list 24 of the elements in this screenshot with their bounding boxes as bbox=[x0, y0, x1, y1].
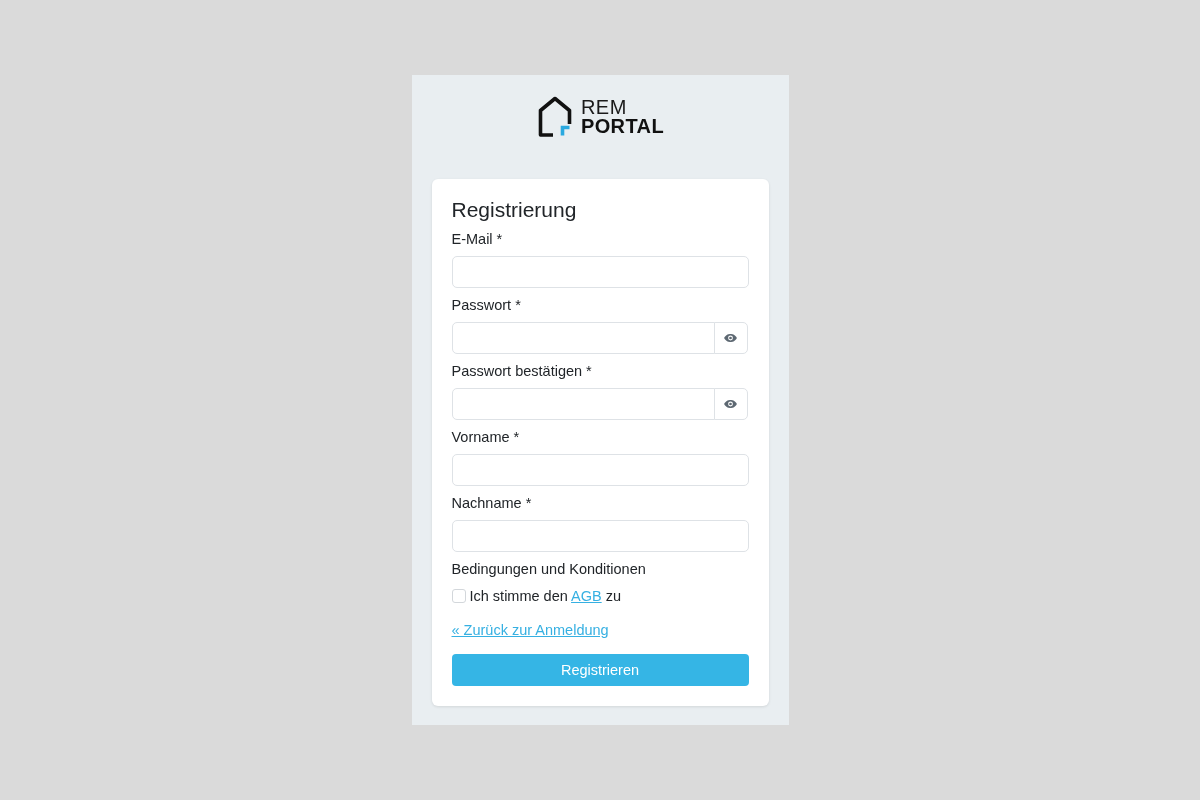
eye-icon bbox=[724, 400, 737, 408]
back-to-login-link[interactable]: « Zurück zur Anmeldung bbox=[451, 620, 609, 640]
register-button[interactable]: Registrieren bbox=[451, 654, 749, 686]
input-field[interactable] bbox=[451, 520, 749, 552]
field-label: Passwort bestätigen * bbox=[451, 362, 592, 381]
field-label: Nachname * bbox=[451, 494, 532, 513]
password-field[interactable] bbox=[451, 388, 715, 420]
consent-text: Ich stimme den AGB zu bbox=[469, 587, 621, 606]
terms-heading: Bedingungen und Konditionen bbox=[451, 560, 646, 579]
field-label: E-Mail * bbox=[451, 230, 503, 249]
consent-checkbox[interactable] bbox=[451, 589, 466, 603]
input-field[interactable] bbox=[451, 256, 749, 288]
field-label: Vorname * bbox=[451, 428, 520, 447]
agb-link[interactable]: AGB bbox=[571, 588, 602, 604]
field-label: Passwort * bbox=[451, 296, 521, 315]
house-logo-icon bbox=[537, 96, 572, 137]
password-field[interactable] bbox=[451, 322, 715, 354]
logo-text: REM bbox=[580, 98, 627, 117]
show-password-button[interactable] bbox=[713, 388, 748, 420]
form-title: Registrierung bbox=[451, 198, 577, 222]
input-field[interactable] bbox=[451, 454, 749, 486]
logo-text: PORTAL bbox=[580, 117, 665, 136]
show-password-button[interactable] bbox=[713, 322, 748, 354]
eye-icon bbox=[724, 334, 737, 342]
